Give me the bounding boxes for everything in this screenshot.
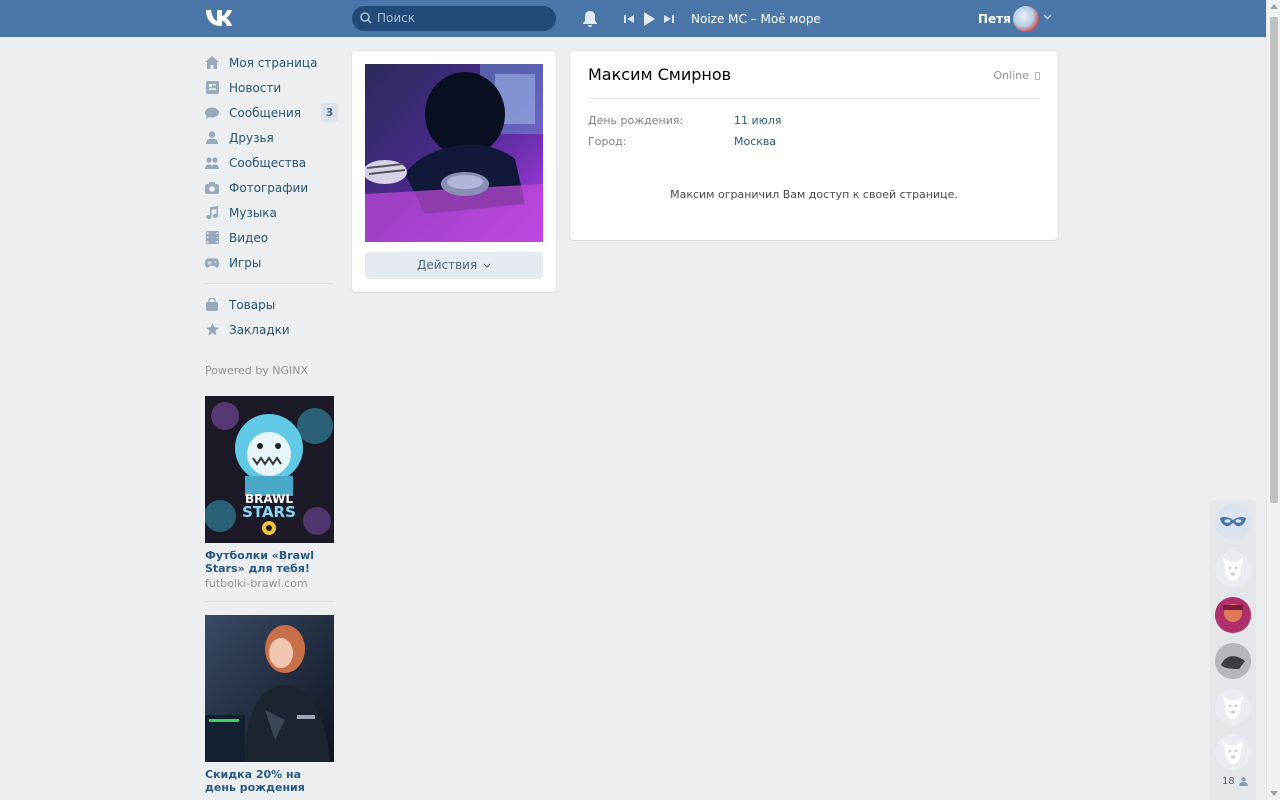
info-row-birthday: День рождения: 11 июля bbox=[588, 114, 782, 127]
chevron-down-icon[interactable] bbox=[1043, 14, 1052, 20]
search-placeholder: Поиск bbox=[377, 11, 416, 25]
mobile-icon bbox=[1035, 71, 1040, 80]
ad-block-2[interactable]: Скидка 20% на день рождения bbox=[205, 615, 334, 796]
bag-icon bbox=[205, 298, 219, 312]
profile-photo-card: Действия bbox=[352, 51, 556, 292]
person-icon bbox=[1238, 777, 1248, 786]
ad-title[interactable]: Футболки «Brawl Stars» для тебя! bbox=[205, 549, 334, 575]
ad-title[interactable]: Скидка 20% на день рождения bbox=[205, 768, 334, 794]
ad-image-text-stars: STARS bbox=[242, 503, 296, 521]
search-input[interactable]: Поиск bbox=[352, 6, 556, 31]
chat-avatar-default-3[interactable] bbox=[1215, 734, 1251, 770]
vk-logo-icon[interactable] bbox=[205, 8, 235, 28]
sidebar-item-label: Сообщения bbox=[229, 105, 302, 120]
sidebar-item-label: Закладки bbox=[229, 322, 290, 337]
bell-icon[interactable] bbox=[582, 10, 598, 28]
scroll-down-arrow-icon[interactable] bbox=[1270, 791, 1278, 796]
profile-divider bbox=[588, 98, 1040, 99]
track-artist: Noize MC bbox=[691, 12, 747, 26]
sidebar-item-news[interactable]: Новости bbox=[205, 75, 338, 100]
previous-track-icon[interactable] bbox=[624, 14, 634, 24]
top-header: Поиск Noize MC – Моё море Петя bbox=[0, 0, 1266, 37]
sidebar-item-label: Сообщества bbox=[229, 155, 307, 170]
mask-icon bbox=[1220, 516, 1246, 527]
birthday-label: День рождения: bbox=[588, 114, 684, 127]
sidebar-item-label: Видео bbox=[229, 230, 269, 245]
sidebar-item-my-page[interactable]: Моя страница bbox=[205, 50, 338, 75]
online-status-label: Online bbox=[993, 69, 1029, 82]
sidebar-item-label: Товары bbox=[229, 297, 276, 312]
sidebar-item-label: Новости bbox=[229, 80, 282, 95]
sidebar-item-bookmarks[interactable]: Закладки bbox=[205, 317, 338, 342]
music-icon bbox=[205, 206, 219, 220]
sidebar-item-video[interactable]: Видео bbox=[205, 225, 338, 250]
next-track-icon[interactable] bbox=[664, 14, 674, 24]
sidebar-item-friends[interactable]: Друзья bbox=[205, 125, 338, 150]
actions-dropdown-button[interactable]: Действия bbox=[365, 252, 543, 279]
profile-info-card: Максим Смирнов Online День рождения: 11 … bbox=[570, 51, 1058, 240]
ad-image-brawl-stars[interactable]: BRAWL STARS bbox=[205, 396, 334, 543]
sidebar-divider bbox=[205, 283, 333, 284]
camera-icon bbox=[205, 181, 219, 195]
search-icon bbox=[360, 12, 372, 24]
ad-divider bbox=[205, 601, 334, 602]
messages-unread-badge: 3 bbox=[321, 103, 338, 122]
user-name[interactable]: Петя bbox=[978, 11, 1011, 27]
sidebar-item-music[interactable]: Музыка bbox=[205, 200, 338, 225]
sidebar-item-label: Игры bbox=[229, 255, 262, 270]
news-icon bbox=[205, 81, 219, 95]
online-friends-count-value: 18 bbox=[1222, 776, 1235, 787]
info-row-city: Город: Москва bbox=[588, 135, 776, 148]
chat-avatar-mask[interactable] bbox=[1215, 504, 1251, 540]
star-icon bbox=[205, 323, 219, 337]
restricted-access-message: Максим ограничил Вам доступ к своей стра… bbox=[670, 188, 958, 201]
gamepad-icon bbox=[205, 256, 219, 270]
online-friends-count[interactable]: 18 bbox=[1222, 776, 1248, 787]
track-title: Моё море bbox=[760, 12, 821, 26]
video-icon bbox=[205, 231, 219, 245]
page-scrollbar[interactable] bbox=[1266, 0, 1280, 800]
dog-icon bbox=[1223, 741, 1243, 764]
play-icon[interactable] bbox=[643, 12, 655, 26]
sidebar-item-photos[interactable]: Фотографии bbox=[205, 175, 338, 200]
chat-avatar-user-pink[interactable] bbox=[1215, 597, 1251, 633]
chevron-down-icon bbox=[483, 263, 491, 268]
online-status: Online bbox=[994, 69, 1040, 82]
track-separator: – bbox=[746, 12, 761, 26]
sidebar-item-label: Друзья bbox=[229, 130, 274, 145]
profile-name: Максим Смирнов bbox=[588, 65, 732, 84]
sidebar-item-communities[interactable]: Сообщества bbox=[205, 150, 338, 175]
birthday-value[interactable]: 11 июля bbox=[734, 114, 782, 127]
messages-icon bbox=[205, 106, 219, 120]
friends-icon bbox=[205, 131, 219, 145]
left-sidebar: Моя страница Новости Сообщения 3 Друзья … bbox=[205, 50, 338, 342]
chat-sidebar: 18 bbox=[1210, 500, 1256, 800]
chat-avatar-default-1[interactable] bbox=[1215, 551, 1251, 587]
ad-domain[interactable]: futbolki-brawl.com bbox=[205, 577, 334, 590]
sidebar-item-label: Моя страница bbox=[229, 55, 318, 70]
profile-avatar-photo[interactable] bbox=[365, 64, 543, 242]
sidebar-item-messages[interactable]: Сообщения 3 bbox=[205, 100, 338, 125]
powered-by-label: Powered by NGINX bbox=[205, 364, 309, 377]
home-icon bbox=[205, 56, 219, 70]
ad-block-1[interactable]: BRAWL STARS Футболки «Brawl Stars» для т… bbox=[205, 396, 334, 590]
city-label: Город: bbox=[588, 135, 627, 148]
sidebar-item-label: Фотографии bbox=[229, 180, 309, 195]
dog-icon bbox=[1223, 696, 1243, 719]
chat-avatar-default-2[interactable] bbox=[1215, 689, 1251, 725]
ad-image-girl[interactable] bbox=[205, 615, 334, 762]
chat-avatar-user-bird[interactable] bbox=[1215, 643, 1251, 679]
audio-player bbox=[624, 11, 683, 27]
now-playing-track[interactable]: Noize MC – Моё море bbox=[691, 11, 821, 27]
sidebar-item-goods[interactable]: Товары bbox=[205, 292, 338, 317]
dog-icon bbox=[1223, 558, 1243, 581]
actions-button-label: Действия bbox=[416, 258, 478, 272]
scroll-thumb[interactable] bbox=[1270, 17, 1278, 503]
sidebar-item-games[interactable]: Игры bbox=[205, 250, 338, 275]
city-value[interactable]: Москва bbox=[734, 135, 776, 148]
sidebar-item-label: Музыка bbox=[229, 205, 277, 220]
user-avatar[interactable] bbox=[1013, 6, 1039, 32]
scroll-up-arrow-icon[interactable] bbox=[1270, 4, 1278, 9]
communities-icon bbox=[205, 156, 219, 170]
